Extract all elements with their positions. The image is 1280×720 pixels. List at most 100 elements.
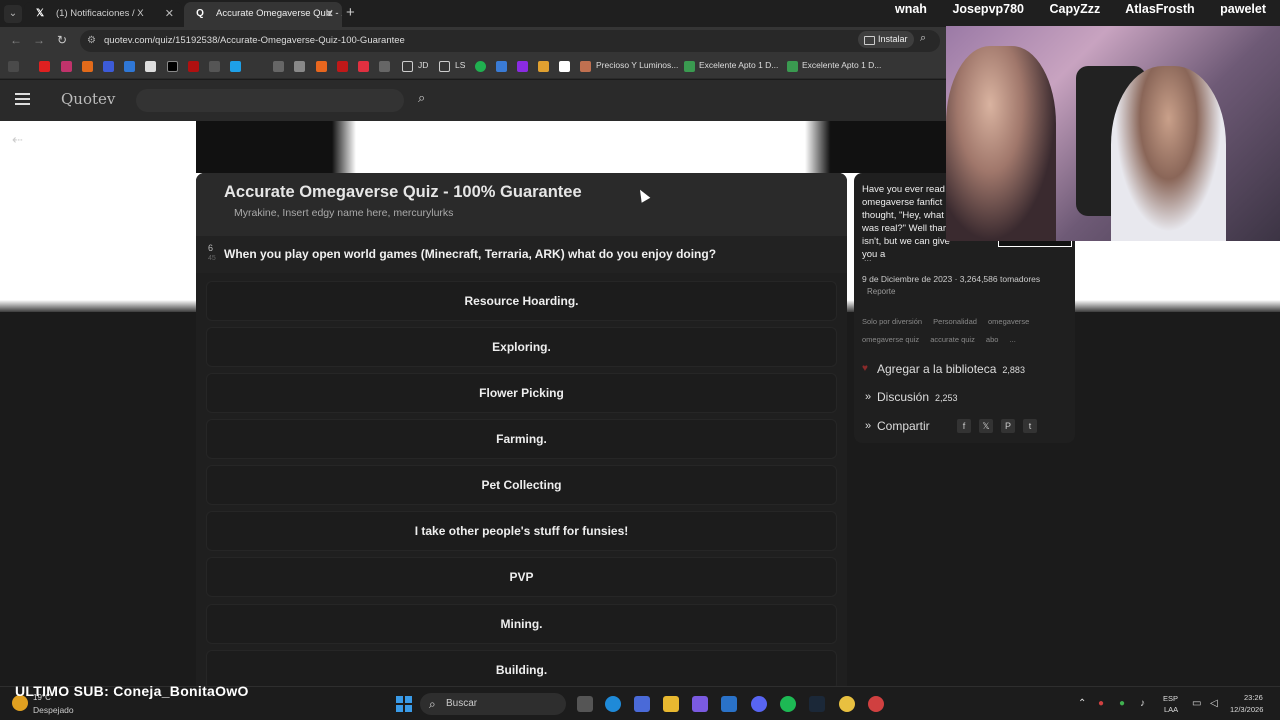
answer-option[interactable]: Exploring. <box>206 327 837 367</box>
read-more-button[interactable]: ... <box>864 253 872 263</box>
discussion-link[interactable]: Discusión 2,253 <box>877 390 958 404</box>
folder-icon[interactable] <box>402 61 413 72</box>
bookmark-icon[interactable] <box>337 61 348 72</box>
site-search-input[interactable] <box>136 89 404 112</box>
bookmark-icon[interactable] <box>684 61 695 72</box>
bookmark-icon[interactable] <box>209 61 220 72</box>
bookmark-icon[interactable] <box>61 61 72 72</box>
search-icon[interactable]: ⌕ <box>418 90 425 106</box>
bookmark-icon[interactable] <box>145 61 156 72</box>
answer-option[interactable]: Flower Picking <box>206 373 837 413</box>
tag[interactable]: ... <box>1010 335 1016 344</box>
answer-option[interactable]: PVP <box>206 557 837 597</box>
bookmark-icon[interactable] <box>580 61 591 72</box>
add-to-library-button[interactable]: Agregar a la biblioteca 2,883 <box>877 362 1025 376</box>
bookmark-icon[interactable] <box>294 61 305 72</box>
microphone-icon[interactable]: ♪ <box>1140 698 1145 709</box>
steam-icon[interactable] <box>809 696 825 712</box>
bookmark-twitch-icon[interactable] <box>517 61 528 72</box>
file-explorer-icon[interactable] <box>663 696 679 712</box>
x-share-icon[interactable]: 𝕏 <box>979 419 993 433</box>
task-view-icon[interactable] <box>577 696 593 712</box>
menu-icon[interactable] <box>15 93 30 105</box>
answer-option[interactable]: I take other people's stuff for funsies! <box>206 511 837 551</box>
close-tab-icon[interactable]: ✕ <box>325 2 334 26</box>
tag[interactable]: Personalidad <box>933 317 977 326</box>
bookmark-icon[interactable] <box>475 61 486 72</box>
bookmark-x-icon[interactable] <box>167 61 178 72</box>
tag[interactable]: abo <box>986 335 999 344</box>
site-logo[interactable]: Quotev <box>61 90 115 108</box>
answer-option[interactable]: Resource Hoarding. <box>206 281 837 321</box>
tab-search-button[interactable]: ⌄ <box>4 5 22 23</box>
tab-notifications[interactable]: 𝕏 (1) Notificaciones / X ✕ <box>24 2 182 27</box>
tumblr-icon[interactable]: t <box>1023 419 1037 433</box>
tag[interactable]: omegaverse quiz <box>862 335 919 344</box>
network-icon[interactable]: ▭ <box>1192 698 1201 709</box>
tag[interactable]: Solo por diversión <box>862 317 922 326</box>
spotify-icon[interactable] <box>780 696 796 712</box>
bookmark-label[interactable]: Excelente Apto 1 D... <box>699 60 778 70</box>
folder-icon[interactable] <box>439 61 450 72</box>
mail-icon[interactable] <box>721 696 737 712</box>
volume-icon[interactable]: ◁ <box>1210 698 1218 709</box>
back-arrow-icon[interactable]: ⇠ <box>12 132 23 148</box>
bookmark-icon[interactable] <box>538 61 549 72</box>
back-icon[interactable]: ← <box>10 33 22 47</box>
zoom-icon[interactable]: ⌕ <box>920 32 926 45</box>
bookmark-icon[interactable] <box>316 61 327 72</box>
tag[interactable]: omegaverse <box>988 317 1029 326</box>
bookmark-icon[interactable] <box>496 61 507 72</box>
site-info-icon[interactable]: ⚙ <box>87 30 96 52</box>
tab-title: Accurate Omegaverse Quiz - 10 <box>216 8 342 19</box>
tag[interactable]: accurate quiz <box>930 335 975 344</box>
bookmark-label[interactable]: Precioso Y Luminos... <box>596 60 678 70</box>
bookmark-folder-label[interactable]: LS <box>455 60 465 70</box>
taskbar-search[interactable]: Buscar <box>420 693 566 715</box>
url-field[interactable]: ⚙ quotev.com/quiz/15192538/Accurate-Omeg… <box>80 30 940 52</box>
install-button[interactable]: Instalar <box>858 31 914 48</box>
apps-icon[interactable] <box>8 61 19 72</box>
clock-time[interactable]: 23:26 <box>1244 693 1263 702</box>
facebook-icon[interactable]: f <box>957 419 971 433</box>
bookmark-icon[interactable] <box>273 61 284 72</box>
bookmark-icon[interactable] <box>230 61 241 72</box>
reload-icon[interactable]: ↻ <box>57 33 67 47</box>
answer-option[interactable]: Farming. <box>206 419 837 459</box>
discord-icon[interactable] <box>751 696 767 712</box>
webcam-person <box>946 46 1056 241</box>
store-icon[interactable] <box>634 696 650 712</box>
bookmark-icon[interactable] <box>787 61 798 72</box>
bookmark-youtube-icon[interactable] <box>39 61 50 72</box>
bookmark-icon[interactable] <box>559 61 570 72</box>
pinterest-icon[interactable]: P <box>1001 419 1015 433</box>
bookmark-icon[interactable] <box>188 61 199 72</box>
clock-date[interactable]: 12/3/2026 <box>1230 705 1263 714</box>
bookmark-icon[interactable] <box>103 61 114 72</box>
edge-icon[interactable] <box>605 696 621 712</box>
stream-name: AtlasFrosth <box>1125 2 1195 16</box>
bookmark-folder-label[interactable]: JD <box>418 60 428 70</box>
copilot-icon[interactable] <box>692 696 708 712</box>
tray-app-icon[interactable]: ● <box>1098 698 1104 709</box>
tab-quiz[interactable]: Q Accurate Omegaverse Quiz - 10 ✕ <box>184 2 342 27</box>
new-tab-button[interactable]: + <box>346 4 355 21</box>
answer-option[interactable]: Building. <box>206 650 837 690</box>
language-indicator[interactable]: ESP <box>1163 694 1178 703</box>
report-link[interactable]: Reporte <box>867 287 895 296</box>
bookmark-icon[interactable] <box>82 61 93 72</box>
start-icon[interactable] <box>396 696 412 712</box>
tray-app-icon[interactable]: ● <box>1119 698 1125 709</box>
bookmark-icon[interactable] <box>379 61 390 72</box>
chevron-up-icon[interactable]: ⌃ <box>1078 698 1086 709</box>
bookmark-label[interactable]: Excelente Apto 1 D... <box>802 60 881 70</box>
bookmark-icon[interactable] <box>358 61 369 72</box>
chrome-icon[interactable] <box>839 696 855 712</box>
bookmark-icon[interactable] <box>124 61 135 72</box>
answer-option[interactable]: Mining. <box>206 604 837 644</box>
answer-option[interactable]: Pet Collecting <box>206 465 837 505</box>
quiz-authors[interactable]: Myrakine, Insert edgy name here, mercury… <box>234 207 453 219</box>
app-icon[interactable] <box>868 696 884 712</box>
forward-icon[interactable]: → <box>33 33 45 47</box>
close-tab-icon[interactable]: ✕ <box>165 2 174 26</box>
